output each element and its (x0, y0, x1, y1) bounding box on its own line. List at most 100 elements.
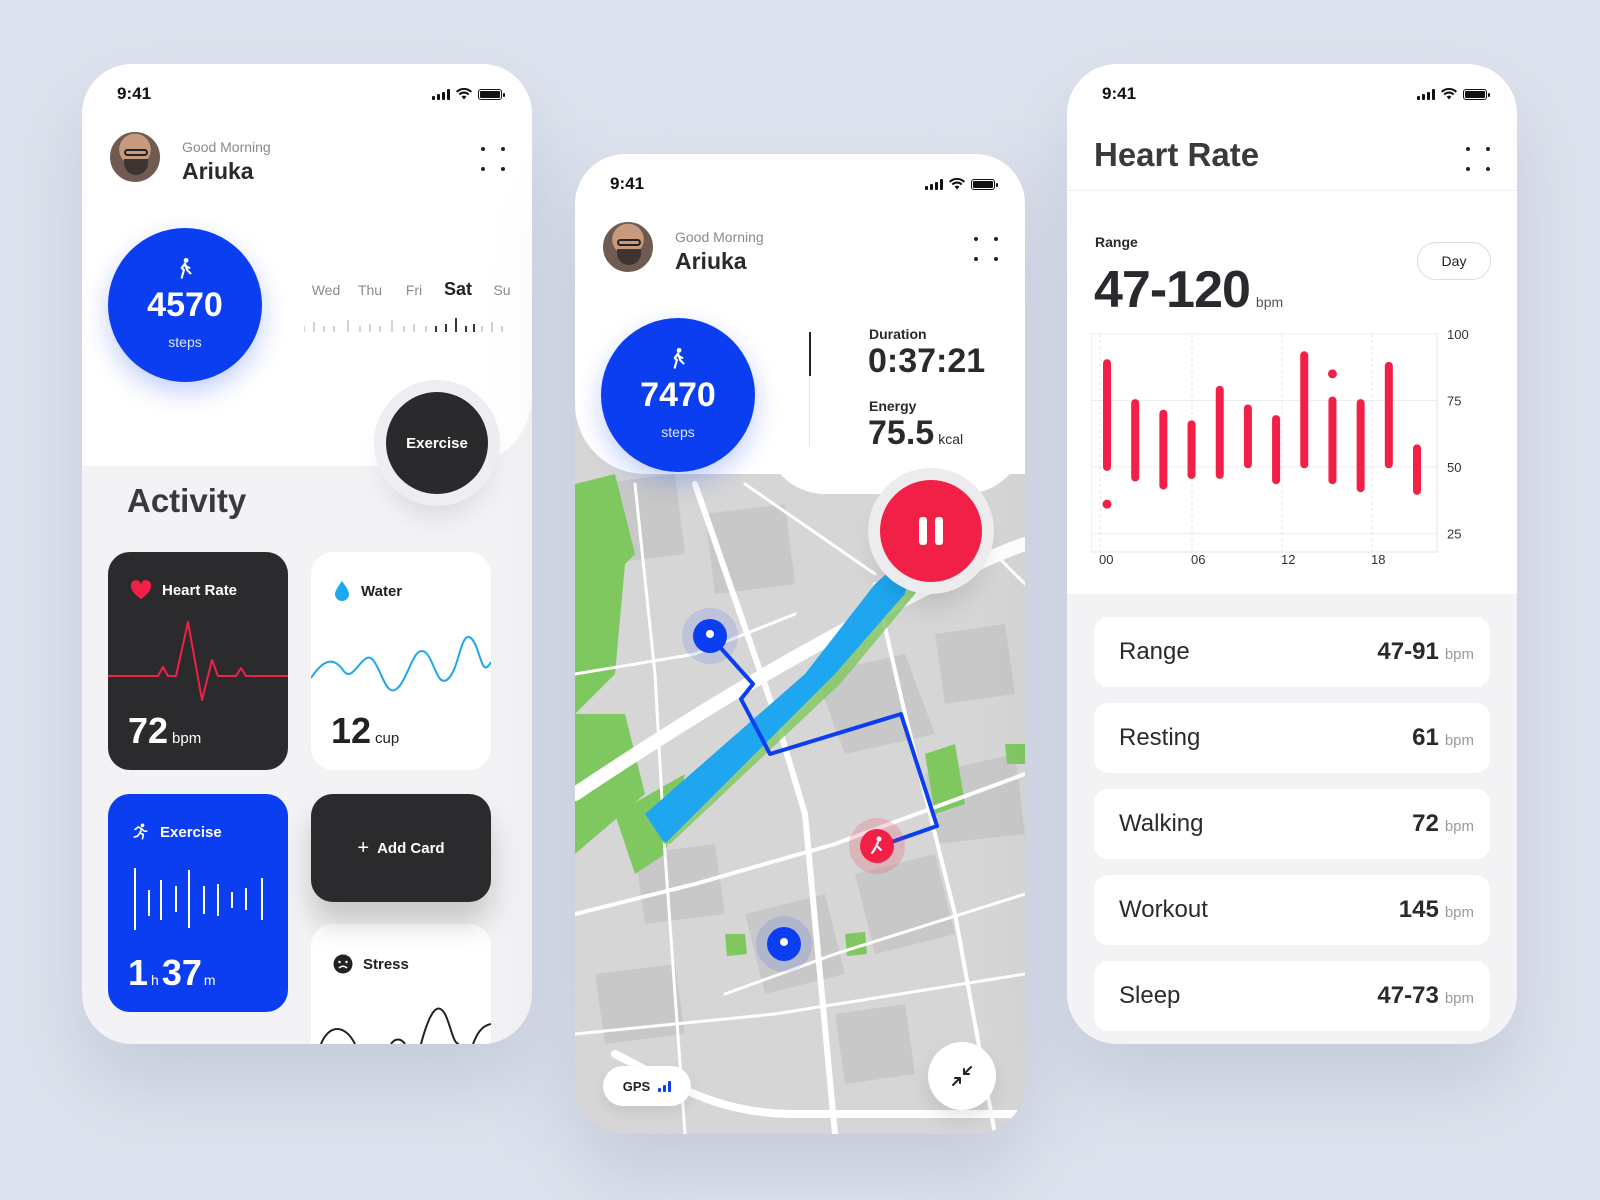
running-icon (133, 823, 148, 840)
user-name: Ariuka (675, 248, 747, 274)
stress-card-title: Stress (363, 955, 409, 973)
period-dropdown[interactable]: Day (1417, 242, 1491, 280)
steps-label: steps (168, 334, 202, 350)
y-tick-label: 25 (1447, 526, 1461, 541)
stat-value: 47-91 (1377, 638, 1439, 665)
stat-value: 61 (1412, 724, 1439, 751)
stat-row-sleep[interactable]: Sleep 47-73 bpm (1094, 961, 1490, 1031)
grid-menu-icon[interactable] (1463, 144, 1493, 174)
duration-value: 0:37:21 (868, 342, 986, 380)
page-title: Heart Rate (1094, 136, 1260, 173)
x-tick-label: 06 (1191, 552, 1205, 567)
stat-value-group: 61 bpm (1412, 724, 1474, 752)
steps-value: 7470 (640, 376, 716, 414)
heart-rate-card-title: Heart Rate (162, 581, 238, 599)
stat-unit: bpm (1444, 904, 1474, 921)
wifi-icon (949, 178, 965, 190)
water-card-title: Water (361, 582, 403, 600)
collapse-icon (952, 1066, 972, 1086)
range-unit: bpm (1255, 294, 1284, 310)
status-time: 9:41 (610, 174, 645, 193)
heart-rate-value: 72 (128, 710, 169, 751)
cellular-signal-icon (1417, 88, 1435, 100)
status-time: 9:41 (117, 84, 152, 103)
exercise-card[interactable]: Exercise 1 h37 m (108, 794, 288, 1012)
day-timeline-ticks (304, 318, 503, 332)
water-card[interactable]: Water 12 cup (311, 552, 491, 770)
home-screen-phone: 9:41 Good Morning Ariuka 4570 steps Wed … (82, 64, 532, 1044)
stat-row-walking[interactable]: Walking 72 bpm (1094, 789, 1490, 859)
collapse-map-button[interactable] (928, 1042, 996, 1110)
steps-counter[interactable]: 7470 steps (601, 318, 755, 472)
day-fri[interactable]: Fri (392, 282, 436, 300)
gps-indicator[interactable]: GPS (603, 1066, 691, 1106)
heart-rate-unit: bpm (172, 730, 202, 747)
location-pin-icon (756, 916, 812, 972)
grid-menu-icon[interactable] (478, 144, 508, 174)
stress-card[interactable]: Stress (311, 924, 491, 1044)
stat-label: Range (1119, 638, 1190, 665)
heart-icon (130, 580, 152, 600)
duration-label: Duration (869, 326, 927, 342)
day-thu[interactable]: Thu (348, 282, 392, 300)
stat-value-group: 145 bpm (1399, 896, 1474, 924)
greeting-text: Good Morning (182, 139, 271, 155)
avatar[interactable] (108, 130, 162, 184)
steps-value: 4570 (147, 286, 223, 324)
heart-rate-detail-phone: 9:41 Heart Rate Range 47-120 bpm Day 25 50… (1067, 64, 1517, 1044)
runner-position-icon (849, 818, 905, 874)
grid-menu-icon[interactable] (971, 234, 1001, 264)
heart-rate-waveform (108, 621, 288, 701)
day-sat[interactable]: Sat (436, 279, 480, 300)
stress-waveform (320, 1007, 491, 1044)
pause-button[interactable] (880, 480, 982, 582)
exercise-card-title: Exercise (160, 823, 222, 841)
cellular-signal-icon (432, 88, 450, 100)
stat-value: 145 (1398, 896, 1439, 923)
day-wed[interactable]: Wed (304, 282, 348, 300)
location-pin-icon (682, 608, 738, 664)
walking-icon (180, 257, 192, 279)
stat-label: Resting (1119, 724, 1201, 751)
exercise-hours-unit: h (151, 972, 159, 988)
y-tick-label: 75 (1447, 393, 1461, 408)
metrics-divider-light (809, 376, 810, 446)
status-bar: 9:41 (1067, 64, 1517, 124)
cellular-signal-icon (925, 178, 943, 190)
energy-value: 75.5 (868, 414, 935, 452)
x-tick-label: 00 (1099, 552, 1113, 567)
add-card-label: Add Card (377, 839, 445, 857)
stat-unit: bpm (1444, 732, 1474, 749)
battery-icon (971, 178, 998, 190)
add-card-button[interactable]: + Add Card (311, 794, 491, 902)
stat-label: Workout (1119, 896, 1208, 923)
heart-rate-card[interactable]: Heart Rate 72 bpm (108, 552, 288, 770)
stat-label: Walking (1119, 810, 1204, 837)
avatar[interactable] (601, 220, 655, 274)
gps-label: GPS (622, 1078, 651, 1094)
battery-icon (1463, 88, 1490, 100)
steps-label: steps (661, 424, 695, 440)
x-tick-label: 18 (1371, 552, 1385, 567)
day-su[interactable]: Su (480, 282, 524, 300)
plus-icon: + (357, 836, 370, 859)
stat-row-range[interactable]: Range 47-91 bpm (1094, 617, 1490, 687)
status-time: 9:41 (1102, 84, 1137, 103)
stat-unit: bpm (1444, 646, 1474, 663)
y-tick-label: 50 (1447, 460, 1461, 475)
exercise-minutes-unit: m (203, 972, 216, 988)
water-unit: cup (375, 730, 400, 747)
exercise-bars (134, 868, 263, 930)
water-drop-icon (335, 581, 349, 601)
stat-value: 72 (1412, 810, 1439, 837)
steps-counter[interactable]: 4570 steps (108, 228, 262, 382)
heart-rate-chart: 25 50 75 100 00 06 12 18 (1091, 328, 1469, 567)
stat-row-resting[interactable]: Resting 61 bpm (1094, 703, 1490, 773)
wifi-icon (1441, 88, 1457, 100)
hr-point (1102, 499, 1112, 509)
exercise-button[interactable]: Exercise (386, 392, 488, 494)
wifi-icon (456, 88, 472, 100)
status-bar: 9:41 (82, 64, 532, 124)
energy-unit: kcal (938, 431, 964, 447)
stat-row-workout[interactable]: Workout 145 bpm (1094, 875, 1490, 945)
